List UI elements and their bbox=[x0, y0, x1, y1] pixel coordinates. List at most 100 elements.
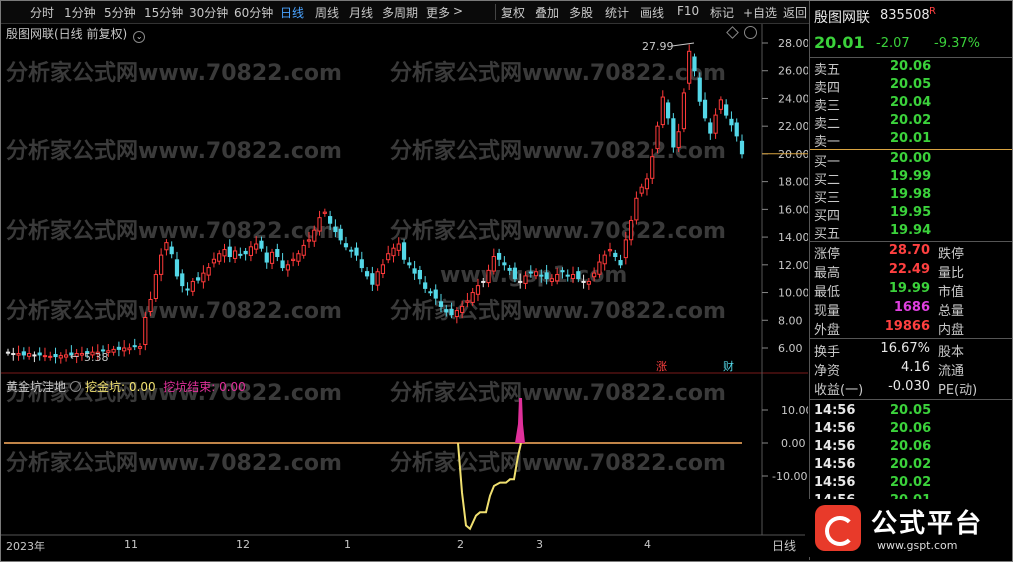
tick-price: 20.02 bbox=[890, 457, 932, 472]
bid-row[interactable]: 买三 19.98 bbox=[814, 187, 1008, 206]
ask-price: 20.01 bbox=[890, 131, 932, 146]
candle-body bbox=[27, 353, 32, 357]
ask-row[interactable]: 卖一 20.01 bbox=[814, 131, 1008, 150]
bid-price: 20.00 bbox=[890, 151, 932, 166]
period-indicator-tab[interactable]: 日线 bbox=[772, 537, 796, 554]
candle-body bbox=[32, 354, 37, 357]
gspt-logo-icon bbox=[815, 505, 861, 551]
candle-body bbox=[364, 271, 370, 277]
divider bbox=[810, 399, 1012, 400]
candle-body bbox=[449, 308, 454, 316]
x-axis-label-apr: 4 bbox=[644, 538, 651, 551]
ask-row[interactable]: 卖二 20.02 bbox=[814, 113, 1008, 132]
watermark-text: 分析家公式网www.70822.com bbox=[6, 450, 342, 476]
bid-level-label: 买五 bbox=[814, 227, 841, 242]
candle-body bbox=[470, 292, 475, 303]
candle-body bbox=[306, 239, 312, 242]
tick-row: 14:56 20.05 bbox=[814, 403, 1008, 421]
bid-row[interactable]: 买四 19.95 bbox=[814, 205, 1008, 224]
candle-body bbox=[549, 278, 554, 282]
ask-row[interactable]: 卖四 20.05 bbox=[814, 77, 1008, 96]
y-tick-label: 22.00 bbox=[778, 120, 808, 133]
bid-row[interactable]: 买五 19.94 bbox=[814, 223, 1008, 242]
candle-body bbox=[53, 353, 58, 358]
candle-body bbox=[592, 272, 597, 278]
stat-row: 外盘 19866 内盘 bbox=[814, 319, 1008, 338]
candle-body bbox=[174, 259, 180, 277]
stat2-value: 4.16 bbox=[901, 360, 930, 375]
candle-body bbox=[428, 291, 433, 294]
y-tick-label: 6.00 bbox=[778, 342, 803, 355]
bid-price: 19.94 bbox=[890, 223, 932, 238]
candle-body bbox=[349, 249, 354, 252]
stock-code: 835508 bbox=[880, 8, 930, 23]
candle-body bbox=[665, 102, 671, 119]
candle-body bbox=[502, 262, 507, 266]
candle-body bbox=[122, 347, 127, 352]
candle-body bbox=[660, 96, 665, 126]
candle-body bbox=[275, 248, 280, 258]
stat2-label: 净资 bbox=[814, 364, 841, 379]
ask-price: 20.04 bbox=[890, 95, 932, 110]
candle-body bbox=[227, 246, 232, 257]
candle-body bbox=[634, 197, 639, 221]
x-axis-label-mar: 3 bbox=[536, 538, 543, 551]
bid-level-label: 买四 bbox=[814, 209, 841, 224]
chart-canvas[interactable]: 分析家公式网www.70822.com 分析家公式网www.70822.com 分析… bbox=[0, 0, 808, 560]
bid-level-label: 买二 bbox=[814, 173, 841, 188]
candle-body bbox=[607, 249, 613, 252]
stat-label: 现量 bbox=[814, 304, 841, 319]
low-price-marker: 5.38 bbox=[84, 351, 109, 364]
candle-body bbox=[196, 277, 201, 281]
limit-up-badge: 涨 bbox=[656, 360, 667, 373]
indicator-line1-label: 挖金坑: 0.00 bbox=[85, 380, 156, 394]
stat2-right-label: 流通 bbox=[938, 364, 965, 379]
stat-right-label: 内盘 bbox=[938, 323, 965, 338]
candle-body bbox=[58, 355, 63, 359]
x-axis-label-year: 2023年 bbox=[6, 540, 45, 553]
candle-body bbox=[169, 246, 174, 255]
candle-body bbox=[143, 317, 148, 346]
divider bbox=[810, 338, 1012, 339]
candle-body bbox=[185, 288, 190, 291]
candle-body bbox=[496, 252, 502, 260]
stat2-label: 收益(一) bbox=[814, 383, 864, 398]
tick-time: 14:56 bbox=[814, 403, 856, 418]
tick-row: 14:56 20.02 bbox=[814, 457, 1008, 475]
candle-body bbox=[523, 275, 528, 284]
candle-body bbox=[729, 118, 734, 126]
candle-body bbox=[301, 244, 306, 256]
ask-row[interactable]: 卖三 20.04 bbox=[814, 95, 1008, 114]
candle-body bbox=[111, 348, 116, 353]
ask-level-label: 卖五 bbox=[814, 63, 841, 78]
candle-body bbox=[597, 261, 602, 275]
candle-body bbox=[486, 269, 491, 284]
candle-body bbox=[518, 280, 523, 283]
watermark-text: 分析家公式网www.70822.com bbox=[6, 138, 342, 164]
stat-value: 28.70 bbox=[888, 243, 930, 258]
main-y-axis: 28.00 26.00 24.00 22.00 20.00 18.00 16.00 14.00… bbox=[762, 37, 808, 355]
candle-body bbox=[296, 253, 301, 262]
candle-body bbox=[37, 352, 42, 356]
candle-body bbox=[629, 219, 634, 241]
candle-body bbox=[465, 300, 470, 303]
ask-price: 20.05 bbox=[890, 77, 932, 92]
brand-logo: 公式平台 www.gspt.com bbox=[805, 499, 1003, 557]
indicator-settings-icon[interactable] bbox=[70, 381, 82, 392]
candle-body bbox=[322, 211, 327, 214]
quote-panel: 殷图网联 835508 R 20.01 -2.07 -9.37% 卖五 20.0… bbox=[809, 1, 1012, 560]
ask-level-label: 卖二 bbox=[814, 117, 841, 132]
candle-body bbox=[581, 280, 586, 283]
candle-body bbox=[655, 125, 660, 150]
tick-time: 14:56 bbox=[814, 457, 856, 472]
bid-row[interactable]: 买二 19.99 bbox=[814, 169, 1008, 188]
candle-body bbox=[370, 273, 375, 285]
candle-body bbox=[618, 260, 623, 266]
logo-url: www.gspt.com bbox=[877, 539, 958, 552]
candle-body bbox=[460, 305, 465, 313]
ask-row[interactable]: 卖五 20.06 bbox=[814, 59, 1008, 78]
candle-body bbox=[613, 252, 618, 257]
bid-row[interactable]: 买一 20.00 bbox=[814, 151, 1008, 170]
candle-body bbox=[676, 131, 681, 148]
stat-right-label: 总量 bbox=[938, 304, 965, 319]
